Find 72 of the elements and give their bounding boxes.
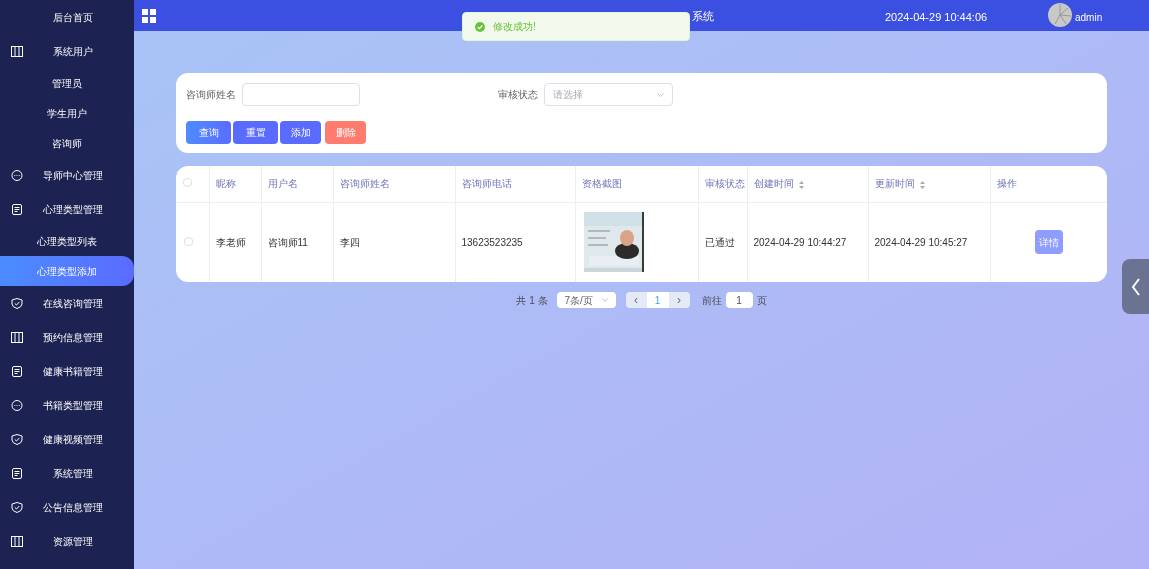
sidebar-item[interactable]: 预约信息管理 xyxy=(0,320,134,354)
goto-label: 前往 xyxy=(701,293,722,308)
sidebar-item[interactable]: 心理类型管理 xyxy=(0,192,134,226)
table-cell: 已通过 xyxy=(704,236,735,248)
chevron-down-icon xyxy=(657,92,664,97)
shield-check-icon xyxy=(11,298,23,309)
sidebar-item[interactable]: 在线咨询管理 xyxy=(0,286,134,320)
page-input[interactable]: 1 xyxy=(725,292,753,308)
document-icon xyxy=(11,366,23,377)
chat-bubble-icon xyxy=(11,400,23,411)
prev-page-button[interactable]: ‹ xyxy=(625,292,647,308)
grid-menu-icon[interactable] xyxy=(142,8,156,23)
shield-check-icon xyxy=(11,502,23,513)
column-header: 用户名 xyxy=(261,166,333,202)
document-icon xyxy=(11,468,23,479)
column-header: 审核状态 xyxy=(698,166,747,202)
column-header[interactable]: 创建时间 xyxy=(747,166,868,202)
column-header: 昵称 xyxy=(209,166,261,202)
sidebar-subitem[interactable]: 心理类型添加 xyxy=(0,256,134,286)
date-time: 2024-04-29 10:44:06 xyxy=(885,10,988,25)
collapse-tab[interactable] xyxy=(1122,259,1149,314)
sidebar-item[interactable]: 健康视频管理 xyxy=(0,422,134,456)
action-button[interactable]: 添加 xyxy=(280,121,321,144)
page-size-select[interactable]: 7条/页 xyxy=(556,292,616,308)
chevron-down-icon xyxy=(601,298,608,302)
sidebar-item[interactable]: 系统管理 xyxy=(0,456,134,490)
columns-icon xyxy=(11,536,23,547)
table-cell: 李老师 xyxy=(215,236,246,248)
field-label: 咨询师姓名 xyxy=(186,88,236,102)
table-cell: 李四 xyxy=(339,236,360,248)
table-cell: 咨询师11 xyxy=(267,236,308,248)
sidebar-item[interactable]: 资源管理 xyxy=(0,524,134,558)
column-header: 咨询师姓名 xyxy=(333,166,455,202)
sidebar-item[interactable]: 书籍类型管理 xyxy=(0,388,134,422)
app-title: 系统 xyxy=(692,9,714,24)
document-icon xyxy=(11,204,23,215)
chat-bubble-icon xyxy=(11,170,23,181)
sidebar-item[interactable]: 导师中心管理 xyxy=(0,158,134,192)
columns-icon xyxy=(11,46,23,57)
sort-icon[interactable] xyxy=(799,180,805,189)
row-checkbox[interactable] xyxy=(184,236,193,246)
page-unit: 页 xyxy=(756,293,767,308)
sidebar-subitem[interactable]: 管理员 xyxy=(0,68,134,98)
table-cell: 2024-04-29 10:44:27 xyxy=(753,236,847,248)
toast-message: 修改成功! xyxy=(493,20,536,34)
sidebar-item[interactable]: 公告信息管理 xyxy=(0,490,134,524)
next-page-button[interactable]: › xyxy=(668,292,690,308)
sidebar-item[interactable]: 健康书籍管理 xyxy=(0,354,134,388)
table-cell: 13623523235 xyxy=(461,236,523,248)
field-label: 审核状态 xyxy=(498,88,538,102)
shield-check-icon xyxy=(11,434,23,445)
sidebar-item[interactable]: 后台首页 xyxy=(0,0,134,34)
table-cell: 2024-04-29 10:45:27 xyxy=(874,236,968,248)
sidebar-item[interactable]: 系统用户 xyxy=(0,34,134,68)
username[interactable]: admin xyxy=(1075,10,1103,25)
sidebar-subitem[interactable]: 学生用户 xyxy=(0,98,134,128)
check-circle-icon xyxy=(475,21,485,32)
columns-icon xyxy=(11,332,23,343)
chevron-left-icon xyxy=(1130,277,1141,296)
sort-icon[interactable] xyxy=(920,180,926,189)
avatar-icon[interactable] xyxy=(1048,3,1072,27)
column-header[interactable]: 更新时间 xyxy=(868,166,990,202)
action-button[interactable]: 查询 xyxy=(186,121,231,144)
sidebar-subitem[interactable]: 心理类型列表 xyxy=(0,226,134,256)
column-header: 咨询师电话 xyxy=(455,166,575,202)
input-field[interactable] xyxy=(242,83,360,106)
column-header: 资格截图 xyxy=(575,166,698,202)
total-count: 共 1 条 xyxy=(516,293,548,308)
action-button[interactable]: 重置 xyxy=(233,121,278,144)
column-header: 操作 xyxy=(990,166,1107,202)
select-all-checkbox[interactable] xyxy=(183,178,192,188)
sidebar-subitem[interactable]: 咨询师 xyxy=(0,128,134,158)
